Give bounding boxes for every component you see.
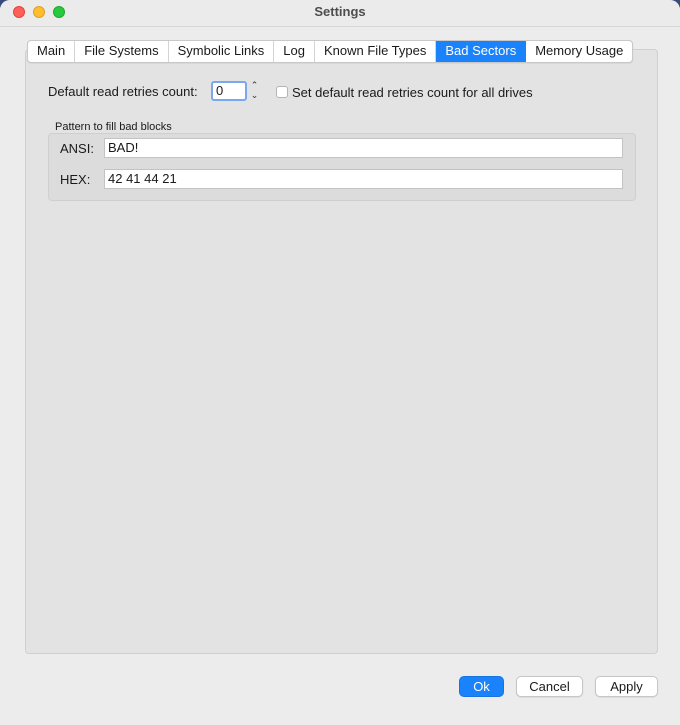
tab-memory-usage[interactable]: Memory Usage: [526, 41, 632, 62]
hex-input[interactable]: 42 41 44 21: [104, 169, 623, 189]
settings-window: Settings Main File Systems Symbolic Link…: [0, 0, 680, 725]
tab-known-file-types[interactable]: Known File Types: [315, 41, 437, 62]
hex-label: HEX:: [60, 172, 91, 187]
chevron-down-icon[interactable]: ⌄: [249, 91, 260, 101]
all-drives-checkbox-label[interactable]: Set default read retries count for all d…: [292, 85, 533, 100]
tab-file-systems[interactable]: File Systems: [75, 41, 169, 62]
ansi-label: ANSI:: [60, 141, 94, 156]
all-drives-checkbox[interactable]: [276, 86, 288, 98]
apply-button[interactable]: Apply: [595, 676, 658, 697]
tab-log[interactable]: Log: [274, 41, 315, 62]
ok-button[interactable]: Ok: [459, 676, 504, 697]
tab-bar: Main File Systems Symbolic Links Log Kno…: [27, 40, 634, 63]
ansi-input[interactable]: BAD!: [104, 138, 623, 158]
read-retries-input[interactable]: 0: [211, 81, 247, 101]
read-retries-stepper[interactable]: ⌃ ⌄: [249, 81, 260, 102]
read-retries-label: Default read retries count:: [48, 84, 198, 99]
title-bar: Settings: [0, 0, 680, 27]
tab-symbolic-links[interactable]: Symbolic Links: [169, 41, 275, 62]
pattern-group-label: Pattern to fill bad blocks: [55, 121, 172, 133]
cancel-button[interactable]: Cancel: [516, 676, 583, 697]
window-title: Settings: [314, 4, 366, 19]
tab-main[interactable]: Main: [28, 41, 76, 62]
tab-bad-sectors[interactable]: Bad Sectors: [436, 41, 527, 62]
